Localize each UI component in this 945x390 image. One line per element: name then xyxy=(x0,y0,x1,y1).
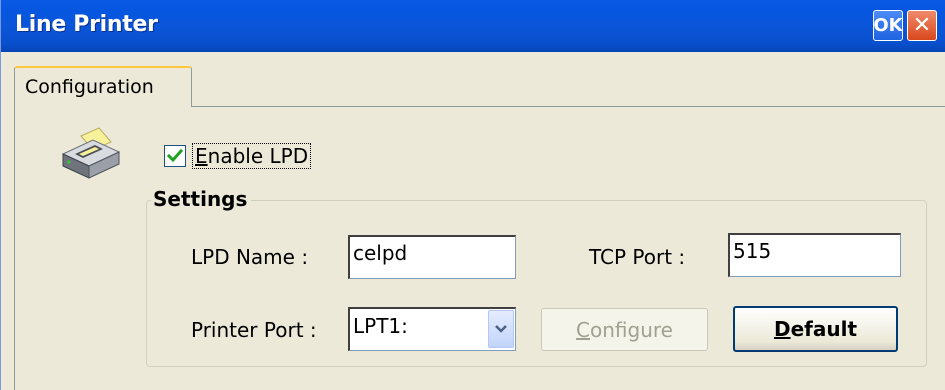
tab-configuration[interactable]: Configuration xyxy=(14,66,192,107)
checkmark-icon xyxy=(166,148,184,163)
enable-lpd-label: Enable LPD xyxy=(192,143,312,169)
printer-port-dropdown-button[interactable] xyxy=(488,310,514,348)
tcp-port-input[interactable]: 515 xyxy=(728,233,901,277)
enable-lpd-label-mnemonic: E xyxy=(195,144,208,168)
configure-button-mnemonic: C xyxy=(576,317,590,342)
tab-configuration-label: Configuration xyxy=(25,76,154,98)
configure-button-rest: onfigure xyxy=(590,317,673,342)
default-button-rest: efault xyxy=(790,317,858,341)
printer-icon xyxy=(59,126,123,180)
close-button[interactable]: ✕ xyxy=(907,10,937,41)
title-bar[interactable]: Line Printer OK ✕ xyxy=(1,0,945,52)
printer-port-select[interactable]: LPT1: xyxy=(348,307,516,351)
window-title: Line Printer xyxy=(15,12,158,37)
default-button-mnemonic: D xyxy=(773,317,791,341)
configure-button-label: Configure xyxy=(576,318,673,342)
line-printer-window: Line Printer OK ✕ Configuration Enable L… xyxy=(0,0,945,390)
printer-port-value: LPT1: xyxy=(353,314,408,338)
enable-lpd-checkbox[interactable] xyxy=(164,145,186,167)
enable-lpd-checkbox-row[interactable]: Enable LPD xyxy=(164,141,312,171)
lpd-name-input[interactable]: celpd xyxy=(348,235,516,279)
tcp-port-label: TCP Port : xyxy=(589,245,686,269)
close-icon: ✕ xyxy=(912,13,932,38)
default-button[interactable]: Default xyxy=(733,306,898,352)
enable-lpd-label-rest: nable LPD xyxy=(207,144,309,168)
lpd-name-label: LPD Name : xyxy=(191,245,309,269)
ok-button-label: OK xyxy=(873,15,903,36)
configure-button[interactable]: Configure xyxy=(541,308,708,351)
printer-port-label: Printer Port : xyxy=(191,318,317,342)
chevron-down-icon xyxy=(495,325,507,333)
ok-button[interactable]: OK xyxy=(873,10,903,41)
default-button-label: Default xyxy=(774,317,857,341)
settings-group-title: Settings xyxy=(151,187,252,211)
